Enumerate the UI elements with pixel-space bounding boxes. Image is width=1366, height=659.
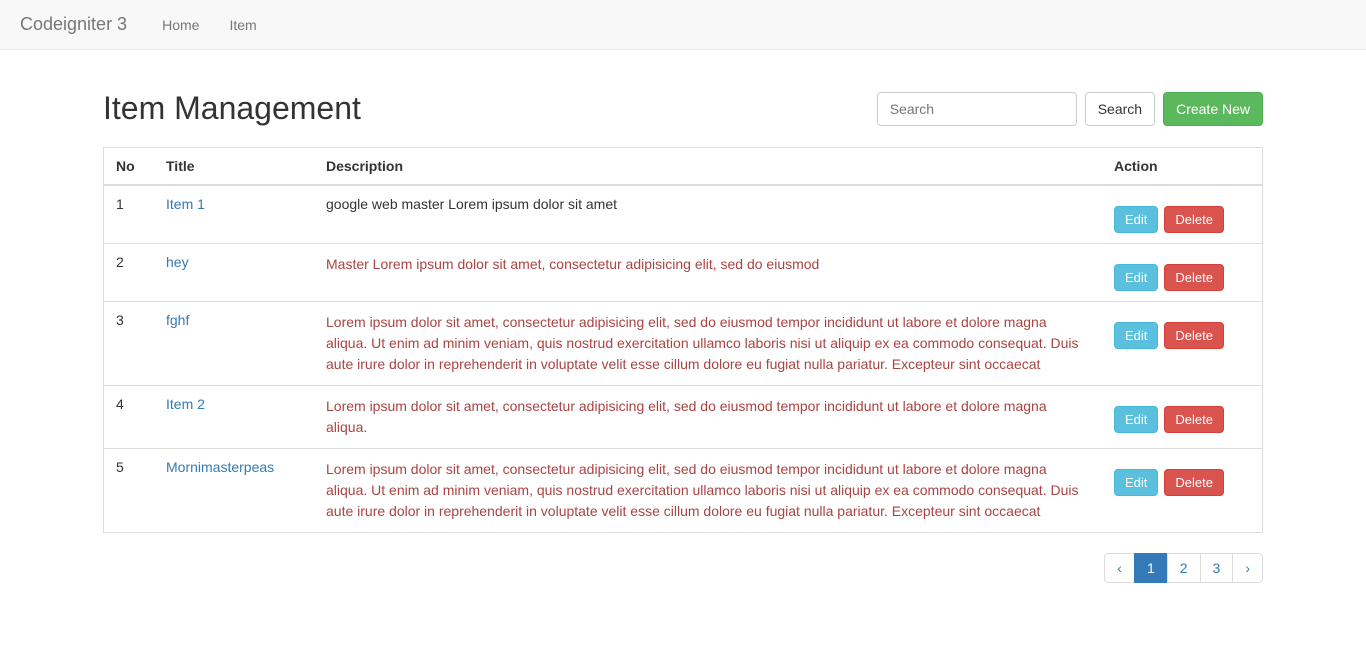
navbar: Codeigniter 3 Home Item (0, 0, 1366, 50)
table-wrapper: No Title Description Action 1 Item 1 googl… (103, 147, 1263, 533)
navbar-brand[interactable]: Codeigniter 3 (20, 14, 127, 35)
navbar-item-home[interactable]: Home (147, 2, 214, 48)
col-header-title: Title (154, 148, 314, 185)
cell-title: Mornimasterpeas (154, 449, 314, 533)
items-table: No Title Description Action 1 Item 1 googl… (104, 148, 1262, 532)
cell-title: Item 2 (154, 386, 314, 449)
table-row: 2 hey Master Lorem ipsum dolor sit amet, c… (104, 244, 1262, 302)
description-text: Master Lorem ipsum dolor sit amet, conse… (326, 256, 819, 272)
pagination-next[interactable]: › (1233, 553, 1263, 583)
action-buttons: EditDelete (1114, 396, 1250, 433)
cell-description: Lorem ipsum dolor sit amet, consectetur … (314, 302, 1102, 386)
delete-button[interactable]: Delete (1164, 322, 1224, 349)
pagination-page-2-link[interactable]: 2 (1167, 553, 1201, 583)
table-header-row: No Title Description Action (104, 148, 1262, 185)
table-row: 4 Item 2 Lorem ipsum dolor sit amet, conse… (104, 386, 1262, 449)
main-container: Item Management Search Create New No Tit… (83, 50, 1283, 603)
search-area: Search Create New (877, 92, 1263, 126)
title-link[interactable]: hey (166, 254, 189, 270)
edit-button[interactable]: Edit (1114, 206, 1158, 233)
cell-description: Lorem ipsum dolor sit amet, consectetur … (314, 449, 1102, 533)
cell-title: Item 1 (154, 185, 314, 244)
cell-action: EditDelete (1102, 185, 1262, 244)
search-button[interactable]: Search (1085, 92, 1155, 126)
cell-action: EditDelete (1102, 302, 1262, 386)
navbar-nav: Home Item (147, 2, 272, 48)
edit-button[interactable]: Edit (1114, 322, 1158, 349)
delete-button[interactable]: Delete (1164, 264, 1224, 291)
cell-action: EditDelete (1102, 449, 1262, 533)
search-input[interactable] (877, 92, 1077, 126)
col-header-action: Action (1102, 148, 1262, 185)
description-text: google web master Lorem ipsum dolor sit … (326, 196, 617, 212)
cell-no: 2 (104, 244, 154, 302)
pagination-page-3[interactable]: 3 (1201, 553, 1234, 583)
delete-button[interactable]: Delete (1164, 206, 1224, 233)
cell-description: Lorem ipsum dolor sit amet, consectetur … (314, 386, 1102, 449)
navbar-link-item[interactable]: Item (214, 2, 271, 48)
pagination-page-2[interactable]: 2 (1168, 553, 1201, 583)
action-buttons: EditDelete (1114, 459, 1250, 496)
description-text: Lorem ipsum dolor sit amet, consectetur … (326, 461, 1078, 519)
cell-title: hey (154, 244, 314, 302)
action-buttons: EditDelete (1114, 196, 1250, 233)
cell-description: google web master Lorem ipsum dolor sit … (314, 185, 1102, 244)
edit-button[interactable]: Edit (1114, 469, 1158, 496)
col-header-description: Description (314, 148, 1102, 185)
navbar-link-home[interactable]: Home (147, 2, 214, 48)
edit-button[interactable]: Edit (1114, 406, 1158, 433)
navbar-item-item[interactable]: Item (214, 2, 271, 48)
page-header-row: Item Management Search Create New (103, 90, 1263, 127)
pagination-row: ‹ 1 2 3 › (103, 553, 1263, 583)
pagination: ‹ 1 2 3 › (1105, 553, 1263, 583)
title-link[interactable]: Item 1 (166, 196, 205, 212)
pagination-page-3-link[interactable]: 3 (1200, 553, 1234, 583)
delete-button[interactable]: Delete (1164, 469, 1224, 496)
pagination-prev[interactable]: ‹ (1105, 553, 1135, 583)
action-buttons: EditDelete (1114, 312, 1250, 349)
title-link[interactable]: Item 2 (166, 396, 205, 412)
table-row: 3 fghf Lorem ipsum dolor sit amet, consect… (104, 302, 1262, 386)
page-title: Item Management (103, 90, 361, 127)
cell-no: 5 (104, 449, 154, 533)
delete-button[interactable]: Delete (1164, 406, 1224, 433)
table-row: 5 Mornimasterpeas Lorem ipsum dolor sit am… (104, 449, 1262, 533)
pagination-next-link[interactable]: › (1232, 553, 1263, 583)
title-link[interactable]: Mornimasterpeas (166, 459, 274, 475)
cell-no: 3 (104, 302, 154, 386)
pagination-page-1-label[interactable]: 1 (1134, 553, 1168, 583)
create-new-button[interactable]: Create New (1163, 92, 1263, 126)
cell-action: EditDelete (1102, 386, 1262, 449)
pagination-page-1[interactable]: 1 (1135, 553, 1168, 583)
cell-no: 1 (104, 185, 154, 244)
cell-no: 4 (104, 386, 154, 449)
cell-description: Master Lorem ipsum dolor sit amet, conse… (314, 244, 1102, 302)
description-text: Lorem ipsum dolor sit amet, consectetur … (326, 398, 1047, 435)
description-text: Lorem ipsum dolor sit amet, consectetur … (326, 314, 1078, 372)
action-buttons: EditDelete (1114, 254, 1250, 291)
cell-action: EditDelete (1102, 244, 1262, 302)
col-header-no: No (104, 148, 154, 185)
cell-title: fghf (154, 302, 314, 386)
pagination-prev-link[interactable]: ‹ (1104, 553, 1135, 583)
edit-button[interactable]: Edit (1114, 264, 1158, 291)
title-link[interactable]: fghf (166, 312, 189, 328)
table-row: 1 Item 1 google web master Lorem ipsum dol… (104, 185, 1262, 244)
